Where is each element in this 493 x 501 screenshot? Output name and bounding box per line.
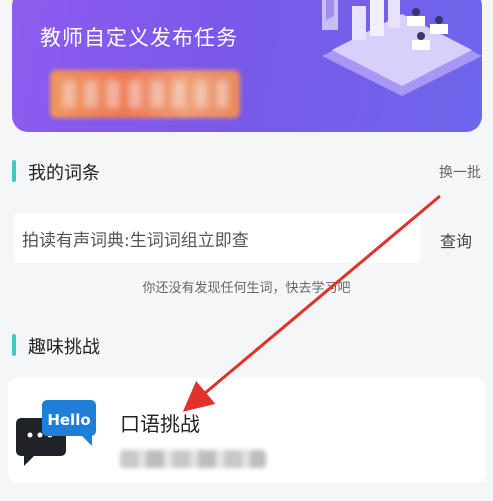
banner-blurred-button[interactable] [50, 70, 240, 118]
dictionary-search-box[interactable]: 拍读有声词典:生词词组立即查 [14, 213, 420, 263]
chat-bubbles-icon: Hello [16, 400, 96, 466]
vocab-section-title: 我的词条 [28, 163, 100, 184]
swap-batch-link[interactable]: 换一批 [439, 162, 481, 182]
empty-vocab-hint: 你还没有发现任何生词，快去学习吧 [142, 281, 351, 296]
section-accent-bar [12, 160, 16, 182]
challenge-section-title: 趣味挑战 [28, 337, 100, 358]
banner-title: 教师自定义发布任务 [40, 26, 238, 50]
hello-label: Hello [47, 411, 90, 429]
card-blurred-subtitle [120, 450, 266, 468]
section-accent-bar [12, 334, 16, 356]
office-illustration-icon [322, 0, 482, 96]
speaking-challenge-title: 口语挑战 [120, 412, 200, 436]
promo-banner[interactable]: 教师自定义发布任务 [12, 0, 482, 132]
search-input[interactable]: 拍读有声词典:生词词组立即查 [22, 226, 249, 251]
search-button[interactable]: 查询 [440, 228, 472, 252]
